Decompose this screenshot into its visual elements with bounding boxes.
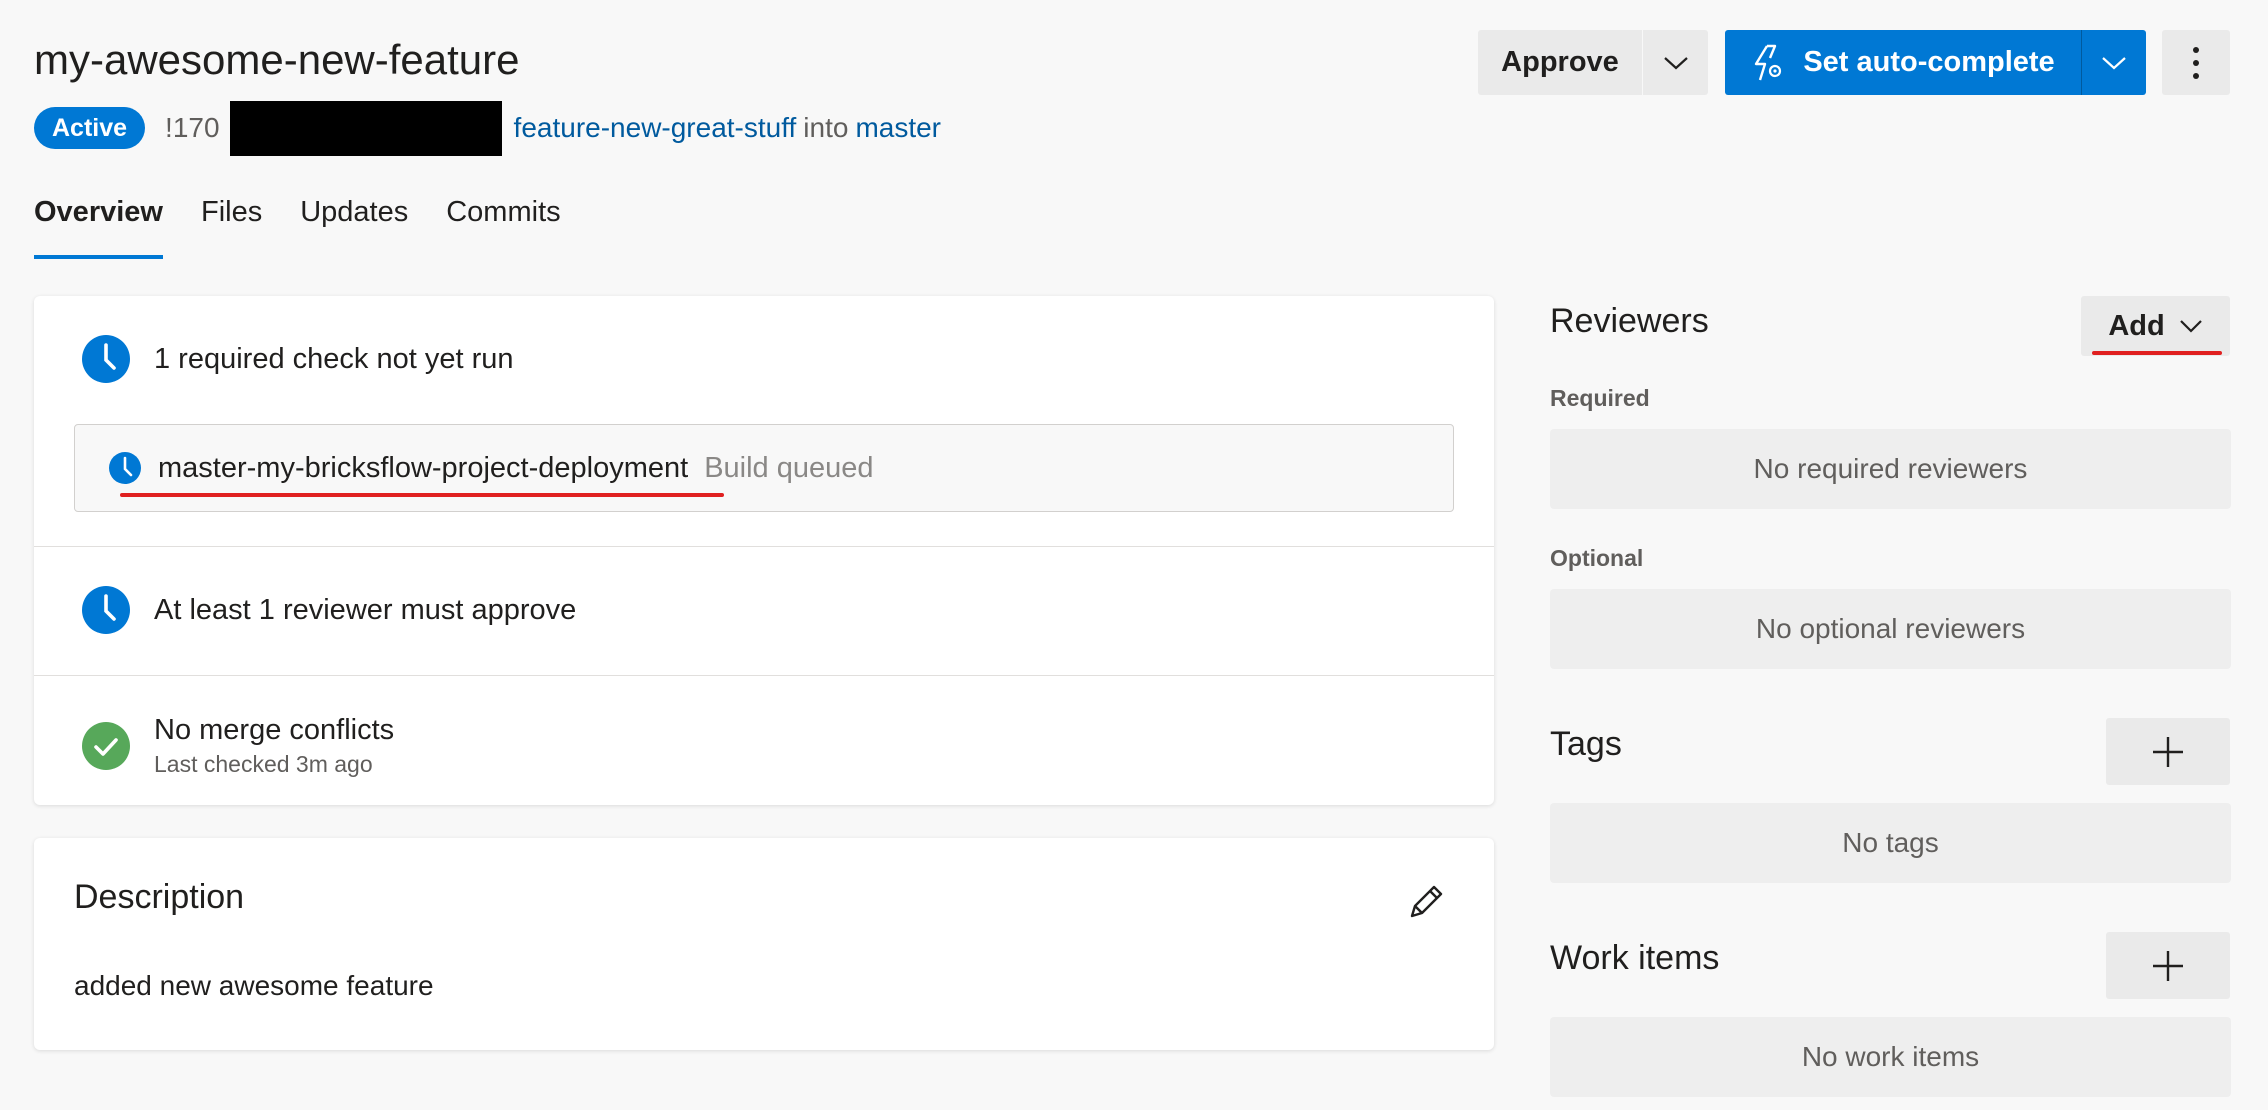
annotation-underline (2092, 351, 2222, 355)
page-title: my-awesome-new-feature (34, 36, 520, 83)
lightning-gear-icon (1755, 44, 1782, 80)
build-check-item[interactable]: master-my-bricksflow-project-deployment … (74, 424, 1454, 512)
tags-title: Tags (1550, 725, 1622, 763)
clock-icon (82, 335, 130, 383)
reviewer-policy-row: At least 1 reviewer must approve (34, 585, 1494, 635)
more-actions-button[interactable] (2162, 30, 2230, 95)
tab-updates[interactable]: Updates (300, 196, 408, 264)
merge-last-checked: Last checked 3m ago (154, 751, 373, 777)
pencil-icon[interactable] (1404, 880, 1448, 924)
required-label: Required (1550, 385, 1650, 411)
build-pipeline-name[interactable]: master-my-bricksflow-project-deployment (158, 452, 688, 485)
clock-icon (109, 452, 141, 484)
more-vertical-icon (2193, 46, 2199, 79)
optional-label: Optional (1550, 545, 1644, 571)
approve-button[interactable]: Approve (1478, 30, 1642, 95)
add-work-item-button[interactable] (2106, 932, 2230, 999)
reviewers-title: Reviewers (1550, 302, 1709, 340)
divider (34, 546, 1494, 547)
auto-complete-dropdown-button[interactable] (2082, 30, 2146, 95)
tab-commits[interactable]: Commits (446, 196, 560, 264)
target-branch-link[interactable]: master (855, 112, 941, 144)
required-check-row: 1 required check not yet run (34, 334, 1494, 384)
set-auto-complete-button[interactable]: Set auto-complete (1725, 30, 2081, 95)
required-reviewers-empty: No required reviewers (1550, 429, 2231, 509)
description-card: Description added new awesome feature (34, 838, 1494, 1050)
add-reviewer-button[interactable]: Add (2081, 296, 2230, 356)
optional-reviewers-empty: No optional reviewers (1550, 589, 2231, 669)
merge-status-title: No merge conflicts (154, 714, 395, 746)
work-items-empty: No work items (1550, 1017, 2231, 1097)
description-title: Description (74, 878, 245, 916)
reviewer-policy-text: At least 1 reviewer must approve (154, 593, 577, 626)
tab-overview[interactable]: Overview (34, 196, 163, 264)
approve-button-label: Approve (1501, 46, 1619, 78)
work-items-title: Work items (1550, 939, 1720, 977)
pr-id: !170 (165, 112, 220, 143)
chevron-down-icon (2179, 320, 2202, 333)
button-divider (2081, 30, 2082, 95)
checks-card: 1 required check not yet run master-my-b… (34, 296, 1494, 805)
source-branch-link[interactable]: feature-new-great-stuff (514, 112, 797, 144)
merge-conflicts-row: No merge conflicts Last checked 3m ago (34, 714, 1494, 778)
plus-icon (2153, 950, 2183, 981)
description-text: added new awesome feature (74, 970, 434, 1001)
divider (34, 675, 1494, 676)
pr-tabs: Overview Files Updates Commits (34, 196, 599, 264)
chevron-down-icon (2102, 56, 2126, 69)
build-status: Build queued (704, 451, 874, 484)
add-reviewer-label: Add (2108, 309, 2165, 342)
approve-dropdown-button[interactable] (1643, 30, 1708, 95)
set-auto-complete-label: Set auto-complete (1803, 46, 2055, 78)
add-tag-button[interactable] (2106, 718, 2230, 785)
check-circle-icon (82, 722, 130, 770)
clock-icon (82, 586, 130, 634)
pr-meta-row: Active !170 feature-new-great-stuff into… (34, 100, 941, 156)
annotation-underline (120, 493, 724, 497)
tags-empty: No tags (1550, 803, 2231, 883)
status-badge: Active (34, 107, 146, 149)
required-check-text: 1 required check not yet run (154, 342, 514, 375)
redacted-author-block (229, 100, 502, 156)
tab-files[interactable]: Files (201, 196, 262, 264)
plus-icon (2153, 736, 2183, 767)
chevron-down-icon (1663, 56, 1688, 69)
into-text: into (803, 112, 849, 143)
